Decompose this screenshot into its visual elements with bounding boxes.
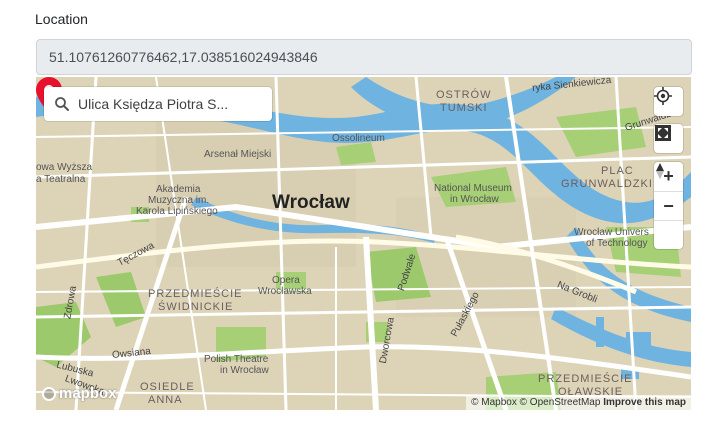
coordinates-field[interactable]: 51.10761260776462,17.038516024943846 [36, 39, 692, 75]
district-label-osiedle-1: OSIEDLE [140, 381, 195, 393]
fullscreen-button[interactable] [654, 124, 683, 153]
district-label-plac-2: GRUNWALDZKI [561, 178, 653, 190]
city-label: Wrocław [272, 192, 350, 213]
attribution-osm-link[interactable]: © OpenStreetMap [520, 397, 601, 408]
district-label-ostrow-1: OSTRÓW [436, 89, 492, 101]
map-search-text: Ulica Księdza Piotra S... [78, 96, 229, 112]
poi-label-arsenal: Arsenał Miejski [204, 149, 272, 160]
compass-icon [656, 163, 664, 179]
district-label-ostrow-2: TUMSKI [440, 102, 488, 114]
zoom-out-button[interactable]: − [654, 191, 683, 220]
poi-label-akademia-1: Akademia [156, 184, 201, 195]
search-icon [55, 97, 69, 111]
compass-button[interactable] [654, 163, 683, 249]
district-label-przedmiescie-sw-1: PRZEDMIEŚCIE [148, 288, 243, 300]
poi-label-opera-2: Wrocławska [258, 286, 312, 297]
fullscreen-icon [655, 125, 671, 141]
poi-label-akademia-2: Muzyczna im. [148, 195, 210, 206]
map-search-input[interactable]: Ulica Księdza Piotra S... [44, 87, 272, 121]
geolocate-control[interactable] [654, 87, 683, 116]
mapbox-logo-text: mapbox [59, 385, 117, 402]
district-label-przedmiescie-ol-1: PRZEDMIEŚCIE [538, 373, 633, 385]
attribution-improve-link[interactable]: Improve this map [603, 397, 686, 408]
poi-label-akademia-3: Karola Lipińskiego [136, 206, 218, 217]
district-label-plac-1: PLAC [601, 165, 634, 177]
poi-label-polish-theatre-2: in Wrocław [220, 365, 269, 376]
attribution-mapbox-link[interactable]: © Mapbox [471, 397, 517, 408]
poi-label-polish-theatre-1: Polish Theatre [204, 354, 269, 365]
poi-label-university-2: of Technology [586, 238, 648, 249]
poi-label-opera-1: Opera [272, 275, 300, 286]
mapbox-logo[interactable]: mapbox [42, 385, 117, 402]
poi-label-university-1: Wrocław Univers [574, 227, 649, 238]
mapbox-logo-icon [42, 386, 56, 401]
navigation-control[interactable]: + − [654, 162, 683, 249]
map-attribution: © Mapbox © OpenStreetMap Improve this ma… [466, 395, 691, 410]
district-label-osiedle-2: ANNA [148, 394, 183, 406]
geolocate-button[interactable] [654, 87, 683, 116]
location-label: Location [35, 11, 88, 27]
fullscreen-control[interactable] [654, 124, 683, 153]
poi-label-wyzsza-1: owa Wyższa [36, 162, 93, 173]
map-view[interactable]: ryka Sienkiewicza Grunwaldzk OSTRÓW TUMS… [36, 77, 691, 410]
poi-label-ossolineum: Ossolineum [332, 133, 385, 144]
crosshair-icon [654, 87, 672, 105]
district-label-przedmiescie-sw-2: ŚWIDNICKIE [158, 301, 234, 313]
poi-label-wyzsza-2: a Teatralna [36, 174, 86, 185]
poi-label-national-museum-1: National Museum [434, 183, 512, 194]
poi-label-national-museum-2: in Wrocław [450, 194, 499, 205]
